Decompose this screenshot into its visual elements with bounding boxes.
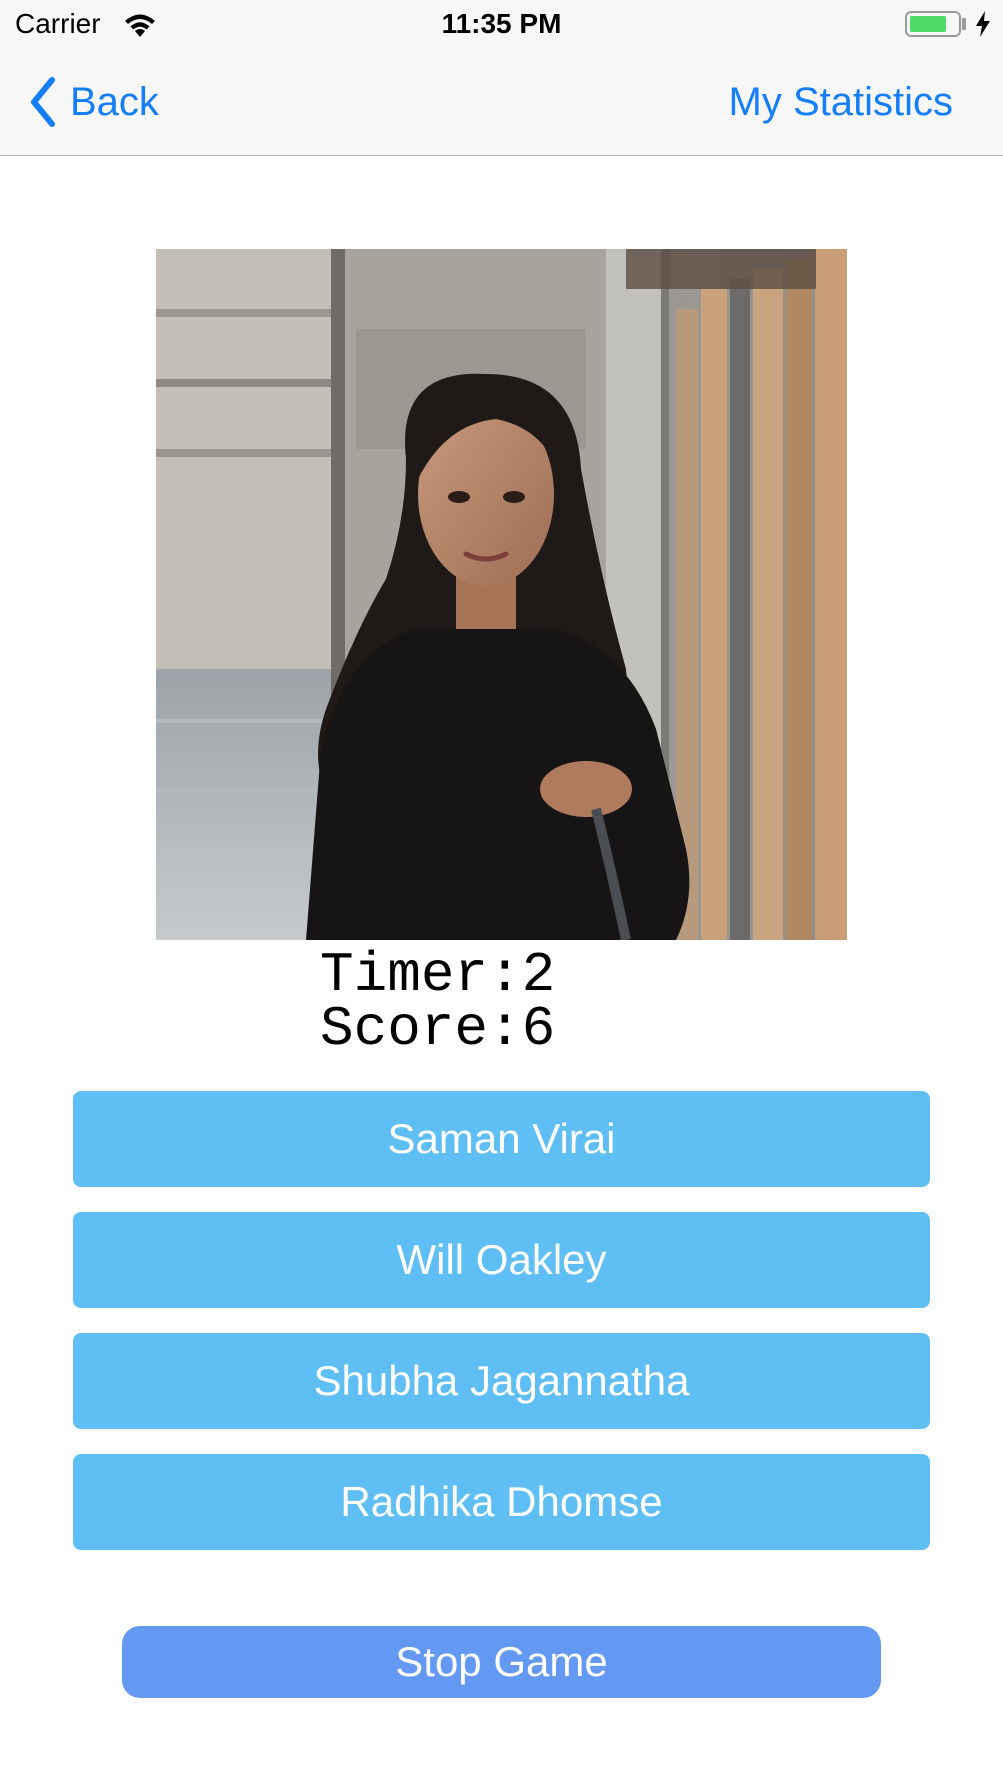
charging-bolt-icon	[976, 11, 990, 37]
score-label: Score:6	[320, 997, 556, 1061]
status-bar: Carrier 11:35 PM	[0, 0, 1003, 50]
battery-level-fill	[910, 16, 946, 32]
stop-game-button[interactable]: Stop Game	[122, 1626, 881, 1698]
back-button-label: Back	[70, 79, 159, 124]
chevron-left-icon	[31, 77, 55, 127]
back-button[interactable]: Back	[28, 76, 159, 128]
navigation-bar: Back My Statistics	[0, 50, 1003, 156]
answer-button-4[interactable]: Radhika Dhomse	[73, 1454, 930, 1550]
timer-label: Timer:2	[320, 943, 556, 1007]
my-statistics-button[interactable]: My Statistics	[729, 76, 953, 128]
battery-nub	[962, 18, 966, 30]
person-photo-illustration	[156, 249, 847, 940]
battery-icon	[905, 11, 961, 37]
answer-button-1[interactable]: Saman Virai	[73, 1091, 930, 1187]
answer-button-2[interactable]: Will Oakley	[73, 1212, 930, 1308]
status-time: 11:35 PM	[441, 8, 562, 39]
game-stats: Timer:2 Score:6	[320, 943, 556, 1061]
person-photo	[156, 249, 847, 940]
answer-button-3[interactable]: Shubha Jagannatha	[73, 1333, 930, 1429]
